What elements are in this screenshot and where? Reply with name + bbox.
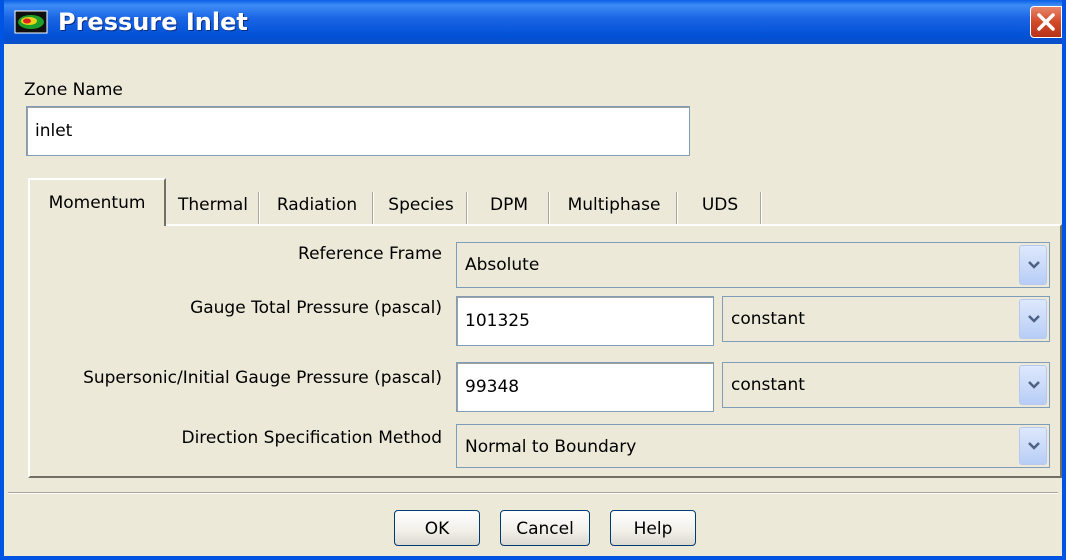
tab-separator <box>760 192 762 224</box>
tab-radiation[interactable]: Radiation <box>260 186 374 226</box>
help-button[interactable]: Help <box>610 510 696 546</box>
tab-label: UDS <box>701 195 739 215</box>
divider <box>8 492 1058 494</box>
tab-label: Thermal <box>177 195 248 215</box>
window-title: Pressure Inlet <box>58 8 248 36</box>
tab-label: Radiation <box>276 195 358 215</box>
tab-label: Momentum <box>48 193 146 213</box>
fluent-app-icon <box>14 10 48 34</box>
cancel-button[interactable]: Cancel <box>500 510 590 546</box>
tab-thermal[interactable]: Thermal <box>166 186 260 226</box>
ok-button[interactable]: OK <box>394 510 480 546</box>
zone-name-input[interactable]: inlet <box>26 106 690 156</box>
close-button[interactable] <box>1030 6 1062 38</box>
zone-name-label: Zone Name <box>24 80 123 100</box>
momentum-panel <box>28 224 1062 478</box>
tab-uds[interactable]: UDS <box>678 186 762 226</box>
tab-label: DPM <box>489 195 528 215</box>
dialog-window: Pressure Inlet Zone Name inlet Momentum … <box>0 0 1066 560</box>
tab-momentum[interactable]: Momentum <box>28 178 166 226</box>
title-bar[interactable]: Pressure Inlet <box>4 0 1062 44</box>
tab-label: Multiphase <box>567 195 661 215</box>
tab-multiphase[interactable]: Multiphase <box>550 186 678 226</box>
tab-dpm[interactable]: DPM <box>468 186 550 226</box>
tab-label: Species <box>388 195 454 215</box>
close-icon <box>1037 13 1055 31</box>
tab-species[interactable]: Species <box>374 186 468 226</box>
